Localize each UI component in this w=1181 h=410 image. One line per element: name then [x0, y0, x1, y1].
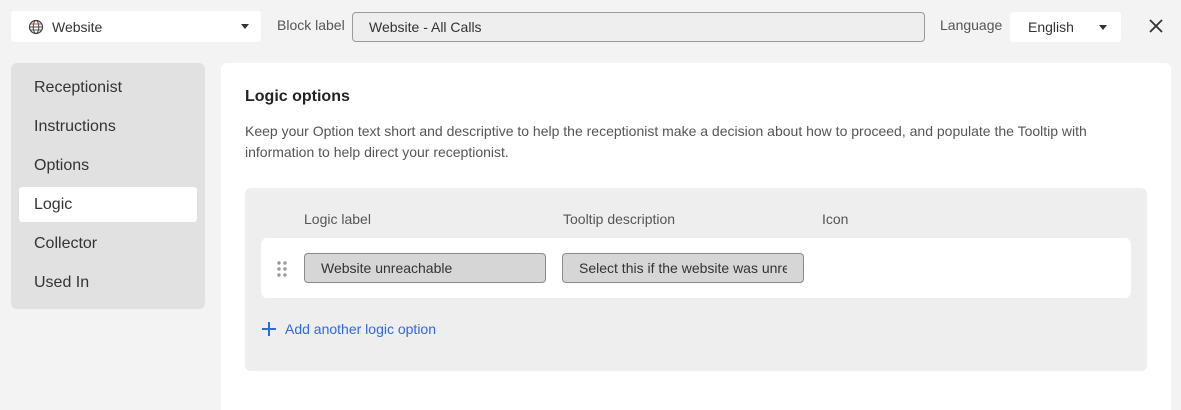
sidebar-item-options[interactable]: Options — [19, 148, 197, 183]
add-logic-option-label: Add another logic option — [285, 321, 436, 337]
sidebar-item-used-in[interactable]: Used In — [19, 265, 197, 300]
block-type-value: Website — [52, 18, 103, 35]
column-header-icon: Icon — [822, 211, 849, 227]
tooltip-description-input[interactable] — [562, 253, 804, 283]
sidebar-item-label: Options — [34, 156, 90, 174]
sidebar-item-label: Instructions — [34, 117, 116, 135]
page-description: Keep your Option text short and descript… — [245, 123, 1087, 160]
sidebar-item-label: Receptionist — [34, 78, 123, 96]
logic-label-input[interactable] — [304, 253, 546, 283]
sidebar-item-logic[interactable]: Logic — [19, 187, 197, 222]
logic-panel: Logic options Keep your Option text shor… — [221, 63, 1171, 410]
sidebar-item-collector[interactable]: Collector — [19, 226, 197, 261]
logic-options-box: Logic label Tooltip description Icon Web… — [245, 188, 1147, 371]
sidebar-item-label: Collector — [34, 234, 98, 252]
drag-handle-icon[interactable] — [276, 260, 288, 278]
globe-icon — [28, 19, 44, 35]
chevron-down-icon — [1099, 24, 1107, 30]
chevron-down-icon — [241, 24, 249, 29]
page: Website Block label Language English Rec… — [0, 0, 1181, 410]
block-type-select[interactable]: Website — [11, 11, 261, 42]
language-value: English — [1028, 19, 1074, 35]
language-caption: Language — [940, 17, 1003, 33]
column-header-tooltip: Tooltip description — [563, 211, 676, 227]
sidebar-item-receptionist[interactable]: Receptionist — [19, 70, 197, 105]
page-title: Logic options — [245, 88, 350, 105]
sidebar-item-label: Used In — [34, 273, 90, 291]
plus-icon — [261, 321, 277, 337]
column-header-logic-label: Logic label — [304, 211, 371, 227]
close-button[interactable] — [1145, 15, 1167, 37]
sidebar-item-label: Logic — [34, 195, 73, 213]
add-logic-option-button[interactable]: Add another logic option — [261, 321, 436, 337]
logic-option-row — [261, 238, 1131, 298]
sidebar: Receptionist Instructions Options Logic … — [11, 63, 205, 309]
block-label-caption: Block label — [277, 17, 345, 33]
sidebar-item-instructions[interactable]: Instructions — [19, 109, 197, 144]
block-label-input[interactable] — [352, 12, 925, 42]
close-icon — [1149, 19, 1163, 33]
language-select[interactable]: English — [1010, 12, 1121, 42]
